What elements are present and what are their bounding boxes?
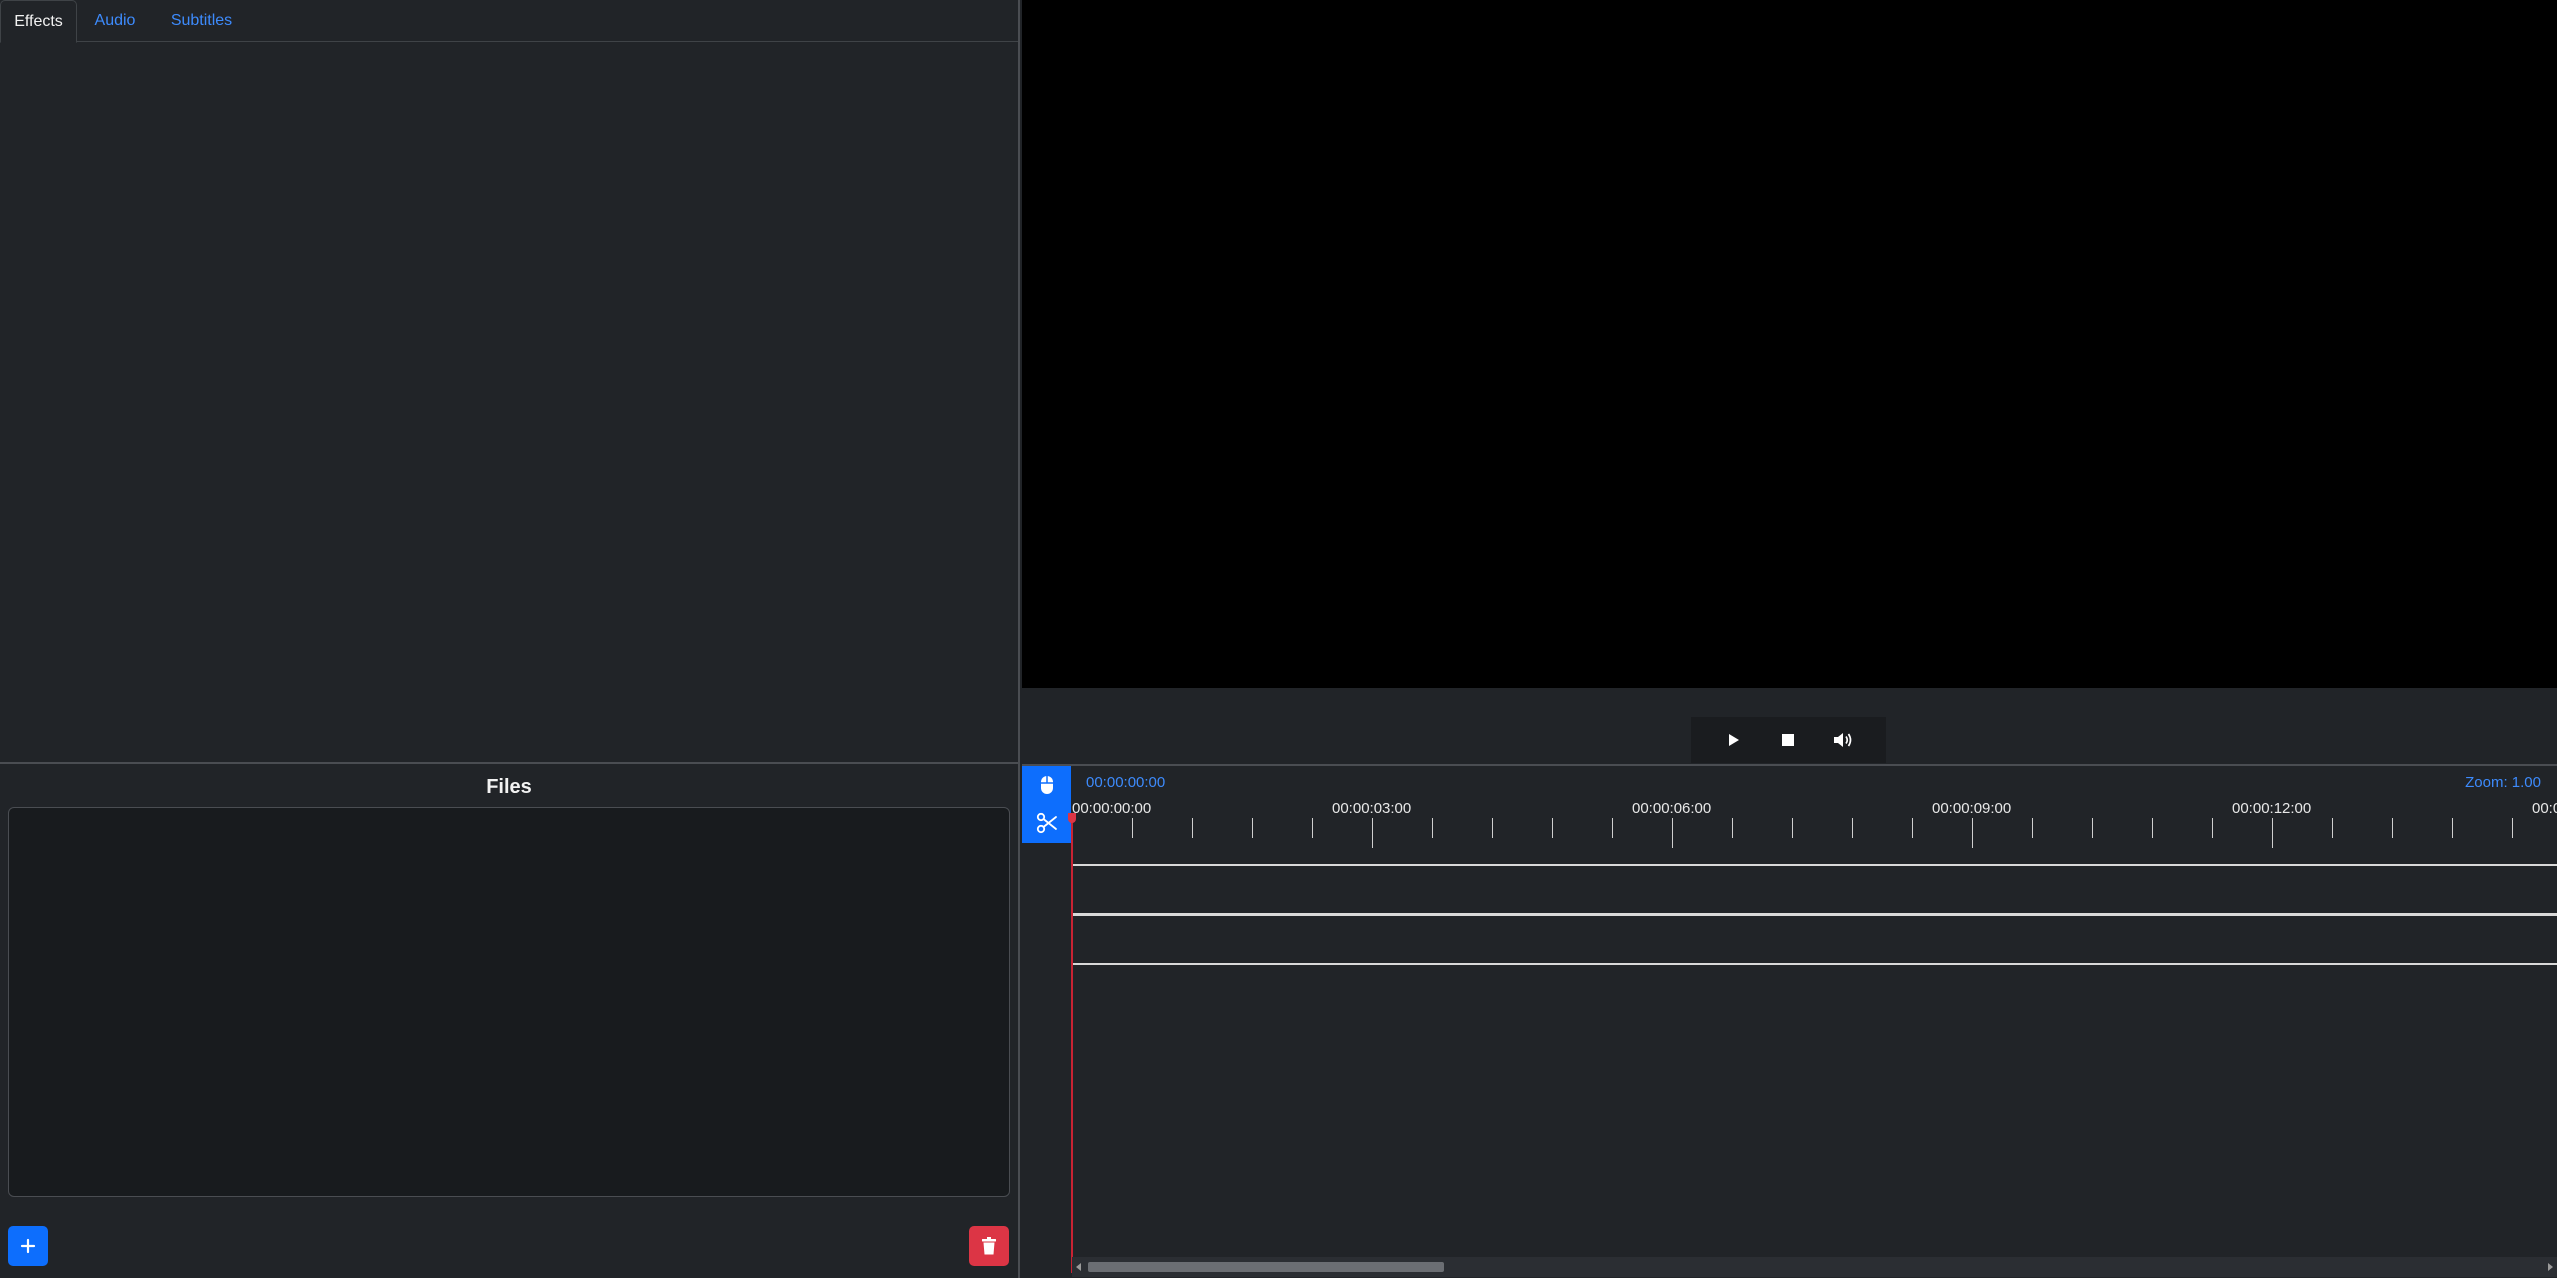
volume-icon <box>1833 733 1852 747</box>
ruler-label: 00:00:03:00 <box>1332 800 1412 817</box>
ruler-major-tick <box>1372 818 1373 848</box>
ruler-minor-tick <box>1852 818 1853 838</box>
ruler-label: 00:00:06:00 <box>1632 800 1712 817</box>
stop-button[interactable] <box>1773 725 1803 755</box>
ruler-minor-tick <box>2032 818 2033 838</box>
add-file-button[interactable] <box>8 1226 48 1266</box>
play-button[interactable] <box>1719 725 1749 755</box>
volume-button[interactable] <box>1828 725 1858 755</box>
scroll-right-arrow[interactable] <box>2548 1263 2553 1271</box>
ruler-minor-tick <box>1252 818 1253 838</box>
ruler-minor-tick <box>1552 818 1553 838</box>
ruler-minor-tick <box>1432 818 1433 838</box>
track-line <box>1072 864 2557 866</box>
track-line <box>1072 913 2557 916</box>
stop-icon <box>1782 734 1795 746</box>
ruler-minor-tick <box>1312 818 1313 838</box>
ruler-minor-tick <box>1792 818 1793 838</box>
video-preview[interactable] <box>1022 0 2557 688</box>
play-icon <box>1729 734 1740 746</box>
files-title: Files <box>486 776 532 798</box>
ruler-minor-tick <box>2452 818 2453 838</box>
playhead[interactable] <box>1071 813 1073 1273</box>
ruler-minor-tick <box>1732 818 1733 838</box>
ruler-label: 00:00:09:00 <box>1932 800 2012 817</box>
ruler-minor-tick <box>2092 818 2093 838</box>
ruler-minor-tick <box>1912 818 1913 838</box>
ruler-minor-tick <box>2212 818 2213 838</box>
mouse-icon <box>1040 775 1053 794</box>
timeline-ruler[interactable]: 00:00:00:00 00:00:03:00 00:00:06:00 00:00:0… <box>1072 796 2557 856</box>
ruler-minor-tick <box>2332 818 2333 838</box>
plus-icon <box>20 1238 36 1254</box>
files-list[interactable] <box>8 807 1010 1197</box>
tab-subtitles[interactable]: Subtitles <box>160 0 243 42</box>
timeline-timecode: 00:00:00:00 <box>1086 774 1166 791</box>
ruler-major-tick <box>2272 818 2273 848</box>
files-panel: Files <box>0 764 1020 1278</box>
timeline-scrollbar[interactable] <box>1072 1257 2557 1277</box>
tab-effects[interactable]: Effects <box>0 0 77 43</box>
cut-tool-button[interactable] <box>1022 803 1071 843</box>
effects-panel: Effects Audio Subtitles <box>0 0 1020 764</box>
player-controls <box>1691 717 1886 763</box>
zoom-label: Zoom: 1.00 <box>2465 774 2541 791</box>
ruler-minor-tick <box>1132 818 1133 838</box>
select-tool-button[interactable] <box>1022 766 1071 803</box>
scissors-icon <box>1036 812 1057 834</box>
ruler-label: 00:00:12:00 <box>2232 800 2312 817</box>
tab-audio[interactable]: Audio <box>84 0 146 42</box>
scrollbar-thumb[interactable] <box>1088 1262 1444 1272</box>
panel-tabs: Effects Audio Subtitles <box>0 0 1018 43</box>
track-line <box>1072 963 2557 965</box>
ruler-minor-tick <box>1612 818 1613 838</box>
scroll-left-arrow[interactable] <box>1076 1263 1081 1271</box>
delete-file-button[interactable] <box>969 1226 1009 1266</box>
playhead-handle[interactable] <box>1068 813 1076 823</box>
timeline-divider <box>1022 764 2557 766</box>
ruler-minor-tick <box>1492 818 1493 838</box>
ruler-minor-tick <box>1192 818 1193 838</box>
ruler-major-tick <box>1672 818 1673 848</box>
ruler-label: 00:00:00:00 <box>1072 800 1152 817</box>
ruler-minor-tick <box>2392 818 2393 838</box>
ruler-label: 00:0 <box>2532 800 2557 817</box>
ruler-minor-tick <box>2512 818 2513 838</box>
ruler-minor-tick <box>2152 818 2153 838</box>
trash-icon <box>982 1237 996 1255</box>
ruler-major-tick <box>1972 818 1973 848</box>
